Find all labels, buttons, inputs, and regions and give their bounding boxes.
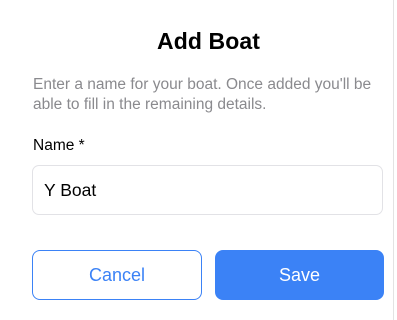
dialog-description: Enter a name for your boat. Once added y… [33,76,372,113]
dialog-title: Add Boat [156,28,260,54]
name-field-label: Name * [33,137,85,154]
save-button[interactable]: Save [215,250,384,300]
window-edge-divider [393,0,394,320]
add-boat-dialog: Add Boat Enter a name for your boat. Onc… [0,0,393,320]
name-input[interactable] [32,165,383,215]
cancel-button[interactable]: Cancel [32,250,202,300]
page: Add Boat Enter a name for your boat. Onc… [0,0,397,320]
